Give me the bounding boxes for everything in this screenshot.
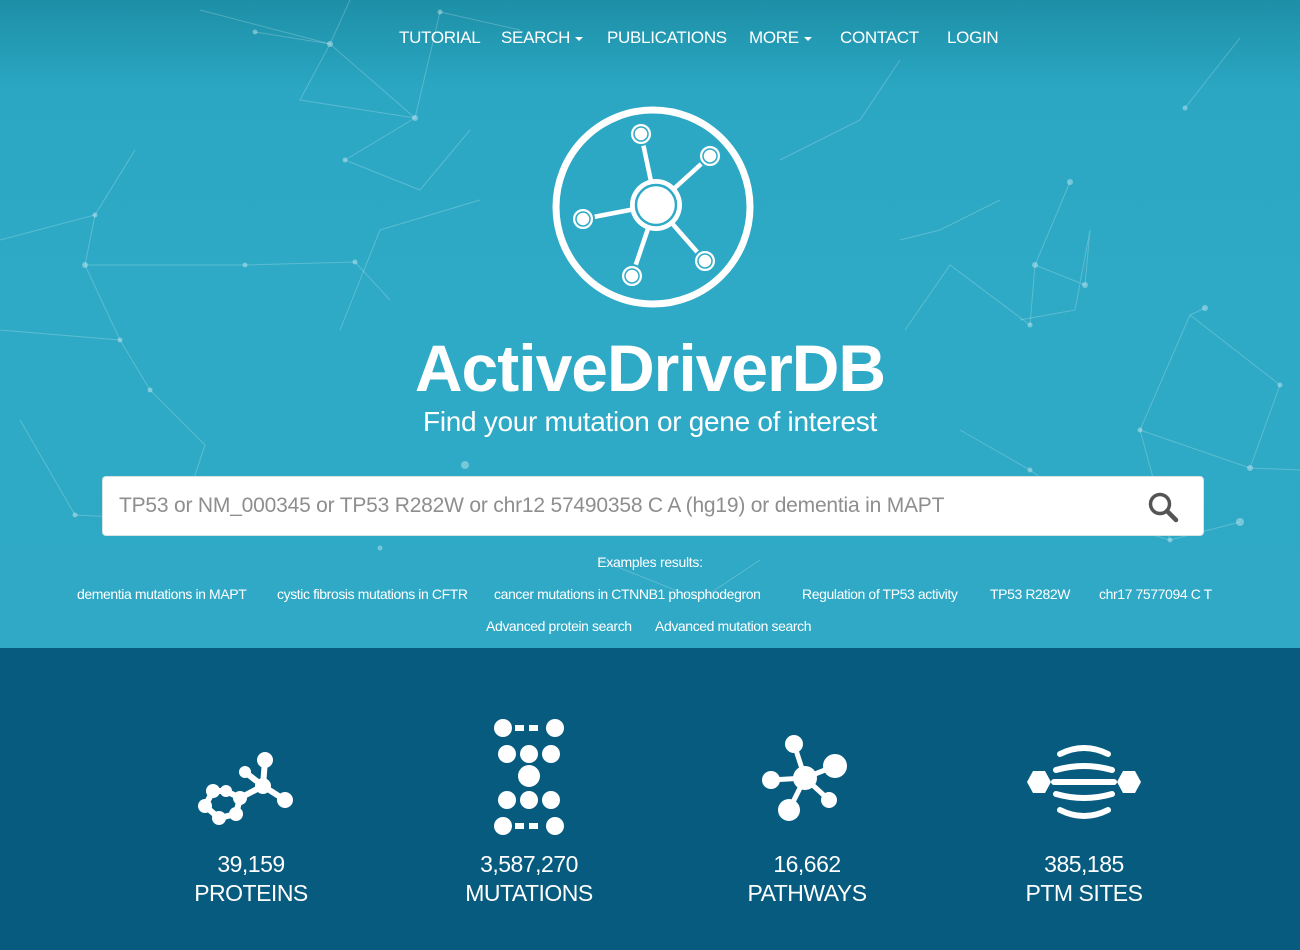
nav-contact-label: CONTACT bbox=[840, 28, 919, 47]
stat-label: PROTEINS bbox=[194, 880, 308, 906]
nav-contact[interactable]: CONTACT bbox=[840, 28, 919, 48]
network-background bbox=[0, 0, 1300, 601]
stat-ptm-sites: 385,185 PTM SITES bbox=[964, 648, 1204, 950]
nav-search-dropdown[interactable]: SEARCH bbox=[501, 28, 584, 48]
advanced-mutation-search-link[interactable]: Advanced mutation search bbox=[655, 618, 812, 634]
network-node-logo bbox=[552, 106, 754, 308]
network-icon bbox=[762, 735, 847, 821]
nav-search-label: SEARCH bbox=[501, 28, 571, 47]
stat-mutations: 3,587,270 MUTATIONS bbox=[409, 648, 649, 950]
search-icon[interactable] bbox=[1147, 491, 1179, 523]
advanced-protein-search-link[interactable]: Advanced protein search bbox=[486, 618, 632, 634]
nav-login-label: LOGIN bbox=[947, 28, 999, 47]
example-link[interactable]: Regulation of TP53 activity bbox=[802, 586, 958, 602]
nav-more-dropdown[interactable]: MORE bbox=[749, 28, 812, 48]
protein-icon bbox=[1027, 745, 1141, 819]
stat-pathways: 16,662 PATHWAYS bbox=[687, 648, 927, 950]
stat-proteins: 39,159 PROTEINS bbox=[131, 648, 371, 950]
search-bar bbox=[102, 476, 1204, 536]
stats-section: 39,159 PROTEINS 3,587,270 MUTATIONS 16,6… bbox=[0, 648, 1300, 950]
nav-tutorial[interactable]: TUTORIAL bbox=[399, 28, 481, 48]
site-subtitle: Find your mutation or gene of interest bbox=[423, 406, 877, 437]
nav-more-label: MORE bbox=[749, 28, 799, 47]
stat-value: 3,587,270 bbox=[480, 851, 578, 877]
examples-label: Examples results: bbox=[597, 554, 703, 570]
hero-section: TUTORIAL SEARCH PUBLICATIONS MORE CONTAC… bbox=[0, 0, 1300, 648]
top-nav: TUTORIAL SEARCH PUBLICATIONS MORE CONTAC… bbox=[0, 28, 1300, 54]
nav-publications-label: PUBLICATIONS bbox=[607, 28, 727, 47]
dna-icon bbox=[494, 719, 564, 835]
nav-publications[interactable]: PUBLICATIONS bbox=[607, 28, 727, 48]
search-input[interactable] bbox=[103, 477, 1133, 535]
nav-login[interactable]: LOGIN bbox=[947, 28, 999, 48]
example-link[interactable]: chr17 7577094 C T bbox=[1099, 586, 1212, 602]
molecule-icon bbox=[198, 752, 293, 825]
stat-label: PATHWAYS bbox=[747, 880, 867, 906]
caret-down-icon bbox=[575, 36, 584, 41]
example-link[interactable]: cystic fibrosis mutations in CFTR bbox=[277, 586, 468, 602]
stat-value: 385,185 bbox=[1044, 851, 1124, 877]
example-link[interactable]: TP53 R282W bbox=[990, 586, 1070, 602]
example-link[interactable]: dementia mutations in MAPT bbox=[77, 586, 247, 602]
stat-label: MUTATIONS bbox=[465, 880, 593, 906]
stat-value: 39,159 bbox=[217, 851, 285, 877]
caret-down-icon bbox=[803, 36, 812, 41]
stat-value: 16,662 bbox=[773, 851, 841, 877]
stat-label: PTM SITES bbox=[1025, 880, 1143, 906]
example-link[interactable]: cancer mutations in CTNNB1 phosphodegron bbox=[494, 586, 761, 602]
site-title: ActiveDriverDB bbox=[414, 331, 886, 405]
nav-tutorial-label: TUTORIAL bbox=[399, 28, 481, 47]
